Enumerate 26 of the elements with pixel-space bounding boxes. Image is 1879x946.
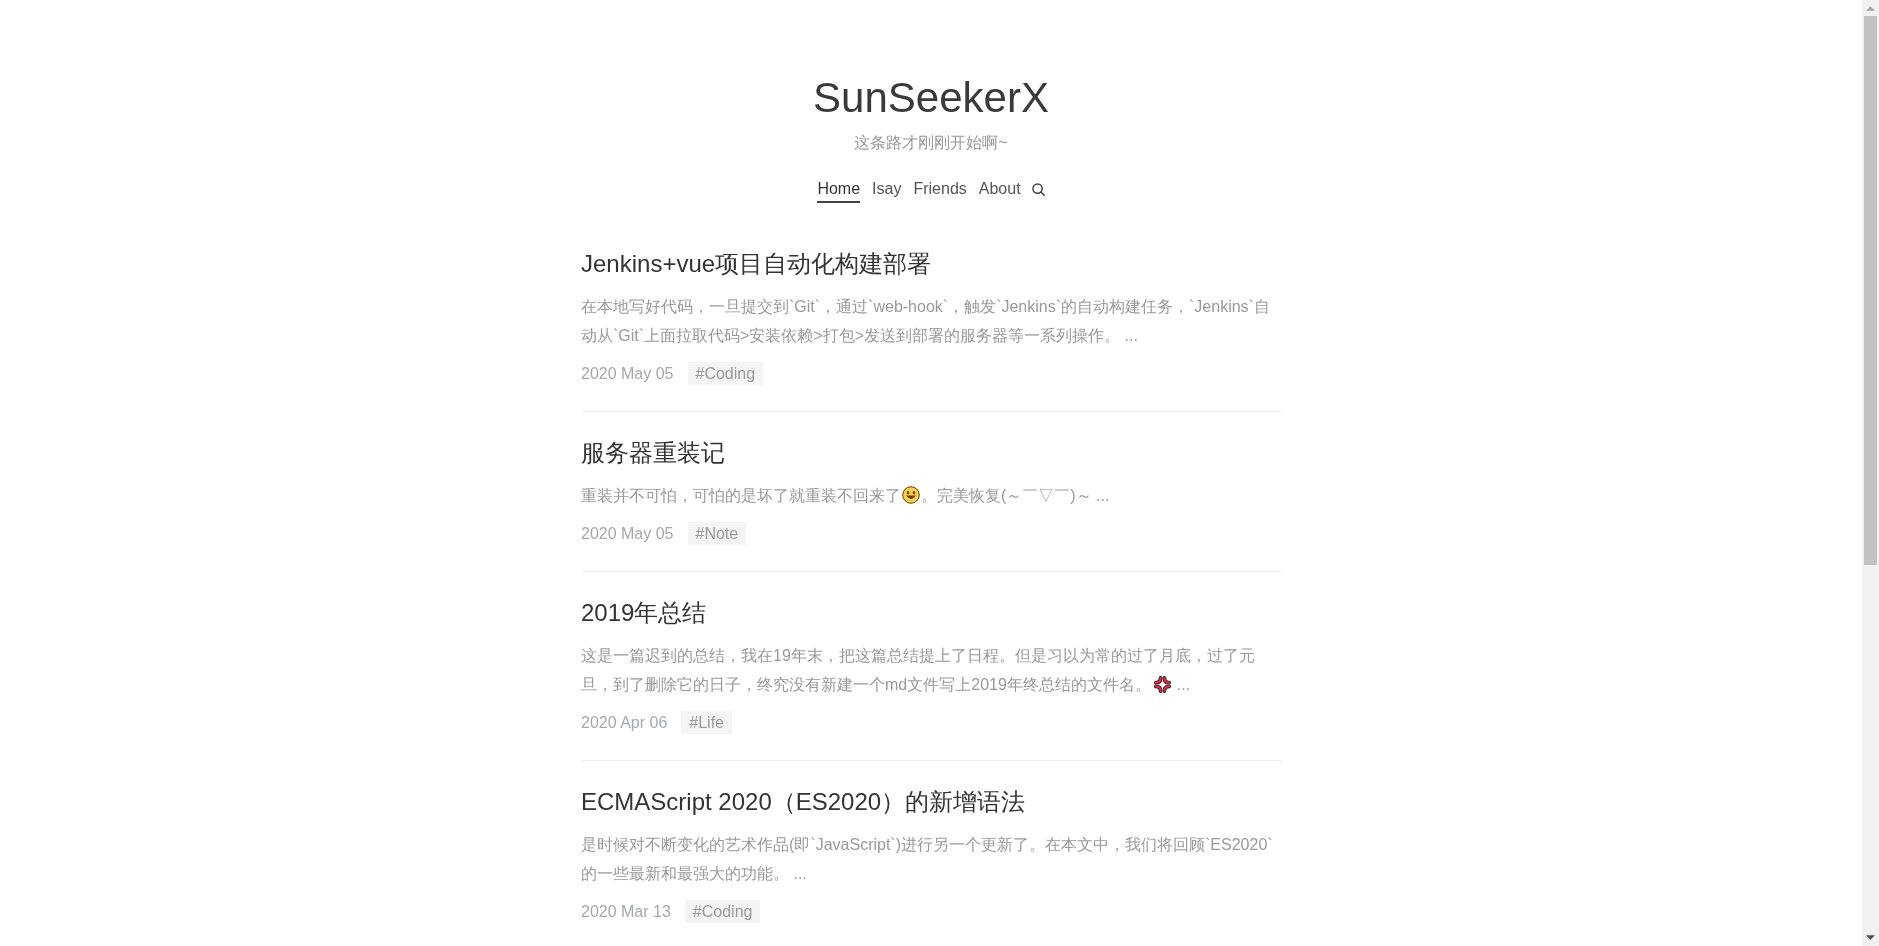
nav-link[interactable]: About xyxy=(978,177,1021,203)
post-title-link[interactable]: ECMAScript 2020（ES2020）的新增语法 xyxy=(581,784,1026,820)
scrollbar-thumb[interactable] xyxy=(1864,16,1877,565)
site-title: SunSeekerX xyxy=(813,73,1049,123)
grinning-face-icon xyxy=(902,486,920,504)
nav-link[interactable]: Home xyxy=(817,177,861,203)
post-excerpt: 重装并不可怕，可怕的是坏了就重装不回来了 xyxy=(581,487,901,504)
post-date: 2020 May 05 xyxy=(581,364,674,384)
post-title-link[interactable]: Jenkins+vue项目自动化构建部署 xyxy=(581,246,932,282)
post-excerpt: 是时候对不断变化的艺术作品(即`JavaScript`)进行另一个更新了。在本文中，我们将回顾`ES2020`的一些最新和最强大的功能。 ... xyxy=(581,836,1273,882)
nav-link[interactable]: Isay xyxy=(872,177,902,203)
nav-link[interactable]: Friends xyxy=(913,177,967,203)
post-title-link[interactable]: 2019年总结 xyxy=(581,595,707,631)
post-date: 2020 Mar 13 xyxy=(581,902,671,922)
site-subtitle: 这条路才刚刚开始啊~ xyxy=(854,133,1008,153)
post-excerpt: 旦，到了删除它的日子，终究没有新建一个md文件写上2019年终总结的文件名。 xyxy=(581,676,1151,693)
post-date: 2020 May 05 xyxy=(581,524,674,544)
search-icon[interactable] xyxy=(1031,182,1045,196)
post-excerpt: ... xyxy=(1176,676,1191,693)
post-excerpt: 在本地写好代码，一旦提交到`Git`，通过`web-hook`，触发`Jenkins`的自动构建任务，`Jenkins`自动从`Git`上面拉取代码>安装依赖>打包>发送到部署的服务器等一系列操作。 ... xyxy=(581,298,1270,344)
post-excerpt: 。完美恢复(～￣▽￣)～ ... xyxy=(921,487,1110,504)
anger-symbol-icon xyxy=(1153,676,1171,693)
post-title-link[interactable]: 服务器重装记 xyxy=(581,435,725,471)
post-date: 2020 Apr 06 xyxy=(581,713,668,733)
post-excerpt: 这是一篇迟到的总结，我在19年末，把这篇总结提上了日程。但是习以为常的过了月底，过了元 xyxy=(581,646,1255,666)
down-triangle-icon[interactable] xyxy=(1866,935,1875,940)
